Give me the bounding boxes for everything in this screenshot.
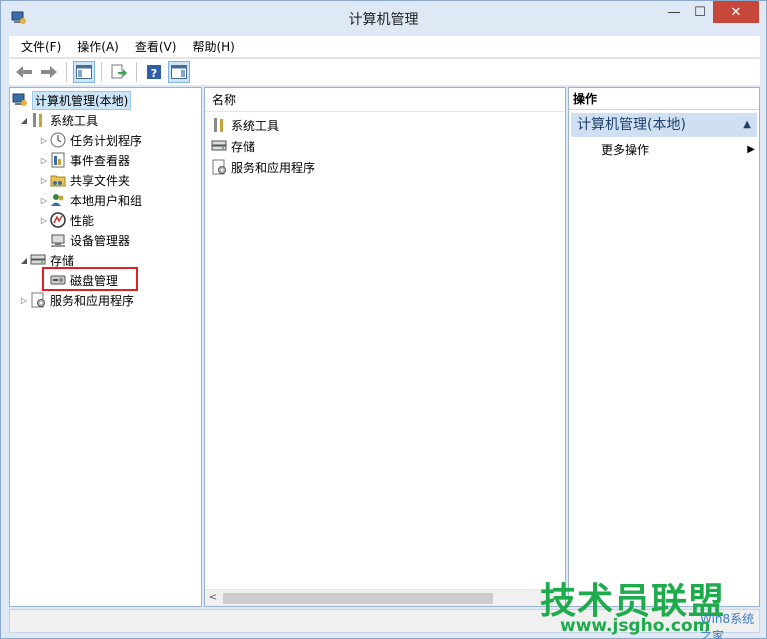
show-hide-console-tree-icon[interactable] bbox=[73, 61, 95, 83]
list-item-label: 系统工具 bbox=[231, 118, 280, 133]
tree-item-performance[interactable]: ▷ 性能 bbox=[38, 210, 94, 230]
minimize-button[interactable]: — bbox=[661, 1, 687, 23]
collapse-up-icon[interactable]: ▲ bbox=[743, 113, 751, 137]
expanded-arrow-icon[interactable]: ◢ bbox=[18, 116, 30, 125]
action-group-computer-management[interactable]: 计算机管理(本地) ▲ bbox=[571, 113, 757, 137]
computer-management-icon bbox=[12, 92, 28, 108]
tree-item-label: 计算机管理(本地) bbox=[32, 90, 132, 110]
tree-item-services[interactable]: ▷ 服务和应用程序 bbox=[18, 290, 134, 310]
event-viewer-icon bbox=[50, 152, 66, 168]
actions-pane: 操作 计算机管理(本地) ▲ 更多操作 ▶ bbox=[568, 87, 760, 607]
collapsed-arrow-icon[interactable]: ▷ bbox=[18, 296, 30, 305]
tree-item-label: 共享文件夹 bbox=[70, 173, 131, 188]
tree-item-system-tools[interactable]: ◢ 系统工具 bbox=[18, 110, 98, 130]
tree-item-task-scheduler[interactable]: ▷ 任务计划程序 bbox=[38, 130, 142, 150]
tree-item-label: 本地用户和组 bbox=[70, 193, 143, 208]
help-icon[interactable]: ? bbox=[143, 61, 165, 83]
more-actions-label: 更多操作 bbox=[601, 143, 650, 157]
tree-item-shared-folders[interactable]: ▷ 共享文件夹 bbox=[38, 170, 130, 190]
menu-help[interactable]: 帮助(H) bbox=[184, 37, 242, 57]
collapsed-arrow-icon[interactable]: ▷ bbox=[38, 136, 50, 145]
menu-bar: 文件(F) 操作(A) 查看(V) 帮助(H) bbox=[9, 36, 760, 57]
menu-file[interactable]: 文件(F) bbox=[13, 37, 69, 57]
tree-item-label: 任务计划程序 bbox=[70, 133, 143, 148]
services-icon bbox=[30, 292, 46, 308]
storage-icon bbox=[30, 252, 46, 268]
list-item[interactable]: 服务和应用程序 bbox=[211, 157, 315, 177]
list-item-label: 存储 bbox=[231, 139, 256, 154]
show-hide-action-pane-icon[interactable] bbox=[168, 61, 190, 83]
title-bar[interactable]: 计算机管理 — ☐ ✕ bbox=[1, 1, 766, 35]
action-group-label: 计算机管理(本地) bbox=[577, 117, 686, 133]
close-button[interactable]: ✕ bbox=[713, 1, 759, 23]
tree-item-label: 性能 bbox=[70, 213, 95, 228]
menu-action[interactable]: 操作(A) bbox=[69, 37, 127, 57]
toolbar-separator bbox=[66, 62, 67, 82]
users-icon bbox=[50, 192, 66, 208]
toolbar-separator bbox=[136, 62, 137, 82]
tree-item-event-viewer[interactable]: ▷ 事件查看器 bbox=[38, 150, 130, 170]
back-arrow-icon[interactable] bbox=[13, 61, 35, 83]
services-icon bbox=[211, 159, 227, 175]
computer-management-window: 计算机管理 — ☐ ✕ 文件(F) 操作(A) 查看(V) 帮助(H) ? 计算… bbox=[0, 0, 767, 639]
device-manager-icon bbox=[50, 232, 66, 248]
scrollbar-thumb[interactable] bbox=[223, 593, 493, 604]
clock-icon bbox=[50, 132, 66, 148]
svg-text:?: ? bbox=[151, 67, 157, 80]
submenu-arrow-icon: ▶ bbox=[747, 144, 755, 155]
tree-item-label: 事件查看器 bbox=[70, 153, 131, 168]
shared-folder-icon bbox=[50, 172, 66, 188]
actions-header: 操作 bbox=[569, 88, 759, 110]
column-header-name[interactable]: 名称 bbox=[205, 88, 565, 112]
expanded-arrow-icon[interactable]: ◢ bbox=[18, 256, 30, 265]
list-item-label: 服务和应用程序 bbox=[231, 160, 316, 175]
tools-icon bbox=[211, 117, 227, 133]
performance-icon bbox=[50, 212, 66, 228]
menu-view[interactable]: 查看(V) bbox=[127, 37, 185, 57]
collapsed-arrow-icon[interactable]: ▷ bbox=[38, 216, 50, 225]
list-item[interactable]: 存储 bbox=[211, 136, 255, 156]
more-actions-item[interactable]: 更多操作 ▶ bbox=[601, 140, 757, 160]
collapsed-arrow-icon[interactable]: ▷ bbox=[38, 176, 50, 185]
tree-item-local-users[interactable]: ▷ 本地用户和组 bbox=[38, 190, 142, 210]
console-tree-pane: 计算机管理(本地) ◢ 系统工具 ▷ 任务计划程序 ▷ 事件查看器 ▷ 共享文件… bbox=[9, 87, 202, 607]
tree-item-label: 系统工具 bbox=[50, 113, 99, 128]
window-title: 计算机管理 bbox=[348, 12, 419, 28]
tree-item-label: 设备管理器 bbox=[70, 233, 131, 248]
tools-icon bbox=[30, 112, 46, 128]
toolbar: ? bbox=[9, 58, 760, 85]
toolbar-separator bbox=[101, 62, 102, 82]
forward-arrow-icon[interactable] bbox=[38, 61, 60, 83]
collapsed-arrow-icon[interactable]: ▷ bbox=[38, 156, 50, 165]
scroll-left-arrow-icon[interactable]: < bbox=[207, 592, 219, 604]
highlight-box-disk-management bbox=[42, 267, 138, 291]
tree-item-device-manager[interactable]: 设备管理器 bbox=[50, 230, 130, 250]
maximize-button[interactable]: ☐ bbox=[687, 1, 713, 23]
horizontal-scrollbar[interactable]: < bbox=[205, 589, 565, 606]
storage-icon bbox=[211, 138, 227, 154]
tree-item-label: 服务和应用程序 bbox=[50, 293, 135, 308]
collapsed-arrow-icon[interactable]: ▷ bbox=[38, 196, 50, 205]
tree-item-label: 存储 bbox=[50, 253, 75, 268]
list-item[interactable]: 系统工具 bbox=[211, 115, 279, 135]
export-list-icon[interactable] bbox=[108, 61, 130, 83]
tree-item-root[interactable]: 计算机管理(本地) bbox=[12, 90, 132, 110]
status-bar bbox=[9, 609, 760, 633]
details-pane: 名称 系统工具 存储 服务和应用程序 < bbox=[204, 87, 566, 607]
